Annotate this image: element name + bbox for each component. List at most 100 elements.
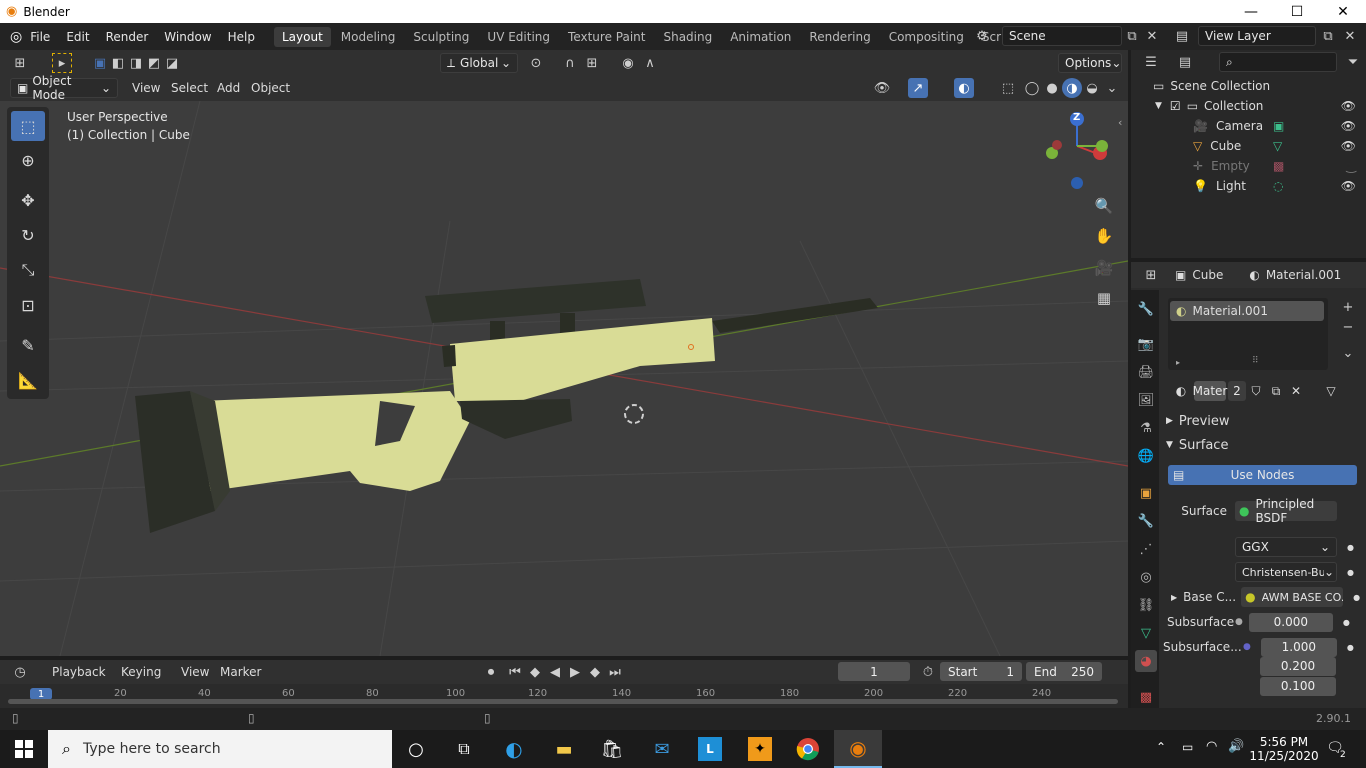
- keyframe-dot-icon[interactable]: ●: [1347, 643, 1354, 652]
- remove-slot-icon[interactable]: −: [1338, 317, 1358, 337]
- tab-uv-editing[interactable]: UV Editing: [479, 27, 558, 47]
- keyframe-dot-icon[interactable]: ●: [1343, 618, 1350, 627]
- sidebar-toggle-icon[interactable]: ‹: [1118, 116, 1122, 129]
- outliner-row-collection[interactable]: ▼ ☑ ▭ Collection 👁: [1131, 96, 1366, 116]
- tool-tab-icon[interactable]: 🔧: [1135, 298, 1157, 320]
- record-icon[interactable]: ⏺: [481, 662, 501, 682]
- game-app-icon[interactable]: ✦: [736, 730, 784, 768]
- menu-window[interactable]: Window: [156, 30, 219, 44]
- subsurface-radius-z-field[interactable]: 0.100: [1260, 676, 1336, 696]
- solid-shading-icon[interactable]: ●: [1042, 78, 1062, 98]
- view-layer-icon[interactable]: ▤: [1172, 26, 1192, 46]
- pivot-point-icon[interactable]: ⊙: [526, 53, 546, 73]
- select-mode-extend-icon[interactable]: ◧: [108, 53, 128, 73]
- battery-icon[interactable]: ▭: [1182, 740, 1193, 754]
- options-dropdown[interactable]: Options ⌄: [1058, 53, 1122, 73]
- select-mode-invert-icon[interactable]: ◩: [144, 53, 164, 73]
- menu-help[interactable]: Help: [220, 30, 263, 44]
- list-resize-handle-icon[interactable]: ⠿: [1252, 356, 1259, 366]
- expand-chevron-icon[interactable]: ▼: [1155, 101, 1162, 111]
- new-view-layer-icon[interactable]: ⧉: [1318, 26, 1338, 46]
- edge-browser-icon[interactable]: ◐: [490, 730, 538, 768]
- timeline-menu-keying[interactable]: Keying: [121, 665, 161, 679]
- data-tab-icon[interactable]: ▽: [1135, 622, 1157, 644]
- chrome-icon[interactable]: [784, 730, 832, 768]
- select-mode-subtract-icon[interactable]: ◨: [126, 53, 146, 73]
- subsurface-value-field[interactable]: 0.000: [1248, 612, 1333, 632]
- object-tab-icon[interactable]: ▣: [1135, 482, 1157, 504]
- new-material-icon[interactable]: ⧉: [1266, 384, 1286, 399]
- file-explorer-icon[interactable]: ▬: [540, 730, 588, 768]
- current-frame-field[interactable]: 1: [838, 662, 910, 681]
- visibility-eye-icon[interactable]: 👁: [872, 78, 892, 98]
- editor-type-icon[interactable]: ⊞: [10, 53, 30, 73]
- keyframe-dot-icon[interactable]: ●: [1347, 568, 1354, 577]
- fake-user-shield-icon[interactable]: ⛉: [1246, 384, 1266, 399]
- windows-start-icon[interactable]: [0, 730, 48, 768]
- view-layer-field[interactable]: View Layer: [1198, 26, 1316, 46]
- outliner-row-camera[interactable]: 🎥 Camera ▣ 👁: [1131, 116, 1366, 136]
- outliner-row-cube[interactable]: ▽ Cube ▽ 👁: [1131, 136, 1366, 156]
- camera-view-icon[interactable]: 🎥: [1094, 258, 1114, 278]
- keyframe-dot-icon[interactable]: ●: [1347, 543, 1354, 552]
- timeline-editor-icon[interactable]: ◷: [10, 662, 30, 682]
- show-hidden-icons-chevron[interactable]: ⌃: [1156, 740, 1166, 754]
- subsurface-radius-y-field[interactable]: 0.200: [1260, 656, 1336, 676]
- overlay-toggle-icon[interactable]: ◐: [954, 78, 974, 98]
- material-slot-list[interactable]: ◐ Material.001 ▸ ⠿: [1168, 298, 1328, 370]
- xray-toggle-icon[interactable]: ⬚: [998, 78, 1018, 98]
- select-mode-intersect-icon[interactable]: ◪: [162, 53, 182, 73]
- menu-render[interactable]: Render: [98, 30, 157, 44]
- viewport-menu-view[interactable]: View: [132, 81, 160, 95]
- mesh-data-icon[interactable]: ▽: [1273, 139, 1282, 153]
- store-icon[interactable]: 🛍: [588, 730, 636, 768]
- menu-file[interactable]: File: [22, 30, 58, 44]
- outliner-search-input[interactable]: ⌕: [1219, 52, 1337, 72]
- subsurface-radius-x-field[interactable]: 1.000: [1260, 637, 1337, 657]
- light-data-icon[interactable]: ◌: [1273, 179, 1283, 193]
- properties-editor-icon[interactable]: ⊞: [1141, 265, 1161, 285]
- select-tool-icon[interactable]: ⬚: [11, 111, 45, 141]
- eye-icon[interactable]: 👁: [1341, 99, 1356, 113]
- blender-taskbar-icon[interactable]: ◉: [834, 730, 882, 768]
- particles-tab-icon[interactable]: ⋰: [1135, 538, 1157, 560]
- physics-tab-icon[interactable]: ◎: [1135, 566, 1157, 588]
- eye-hidden-icon[interactable]: ‿: [1346, 159, 1356, 173]
- timeline-menu-marker[interactable]: Marker: [220, 665, 261, 679]
- material-shading-icon[interactable]: ◑: [1062, 78, 1082, 98]
- tab-modeling[interactable]: Modeling: [333, 27, 404, 47]
- material-tab-icon[interactable]: ◕: [1135, 650, 1157, 672]
- next-keyframe-icon[interactable]: ◆: [585, 662, 605, 682]
- scene-tab-icon[interactable]: ⚗: [1135, 417, 1157, 439]
- outliner-row-empty[interactable]: ✛ Empty ▩ ‿: [1131, 156, 1366, 176]
- snap-target-icon[interactable]: ⊞: [582, 53, 602, 73]
- clock[interactable]: 5:56 PM 11/25/2020: [1249, 732, 1319, 766]
- filter-icon[interactable]: ⏷: [1343, 52, 1363, 72]
- viewport-menu-select[interactable]: Select: [171, 81, 208, 95]
- collection-checkbox-icon[interactable]: ☑: [1170, 99, 1181, 113]
- measure-tool-icon[interactable]: 📐: [11, 365, 45, 395]
- tab-animation[interactable]: Animation: [722, 27, 799, 47]
- tab-layout[interactable]: Layout: [273, 26, 331, 47]
- jump-end-icon[interactable]: ⏭: [605, 662, 625, 682]
- eye-icon[interactable]: 👁: [1341, 119, 1356, 133]
- annotate-tool-icon[interactable]: ✎: [11, 330, 45, 360]
- base-color-texture-field[interactable]: ● AWM BASE CO...: [1241, 587, 1344, 607]
- tab-shading[interactable]: Shading: [655, 27, 720, 47]
- l-app-icon[interactable]: L: [686, 730, 734, 768]
- output-tab-icon[interactable]: 🖨: [1135, 361, 1157, 383]
- material-browse-icon[interactable]: ◐: [1168, 384, 1194, 398]
- jump-start-icon[interactable]: ⏮: [505, 662, 525, 682]
- move-tool-icon[interactable]: ✥: [11, 185, 45, 215]
- task-view-icon[interactable]: ⧉: [440, 730, 488, 768]
- volume-icon[interactable]: 🔊: [1228, 739, 1244, 754]
- material-slot-row[interactable]: ◐ Material.001: [1170, 301, 1324, 321]
- menu-edit[interactable]: Edit: [58, 30, 97, 44]
- scene-selector-icon[interactable]: ⚙: [972, 26, 998, 46]
- material-name-field[interactable]: Mater: [1193, 381, 1227, 401]
- scale-tool-icon[interactable]: ⤡: [11, 255, 45, 285]
- texture-tab-icon[interactable]: ▩: [1135, 686, 1157, 708]
- material-users-count[interactable]: 2: [1228, 381, 1246, 401]
- transform-tool-icon[interactable]: ⊡: [11, 290, 45, 320]
- image-data-icon[interactable]: ▩: [1273, 159, 1284, 173]
